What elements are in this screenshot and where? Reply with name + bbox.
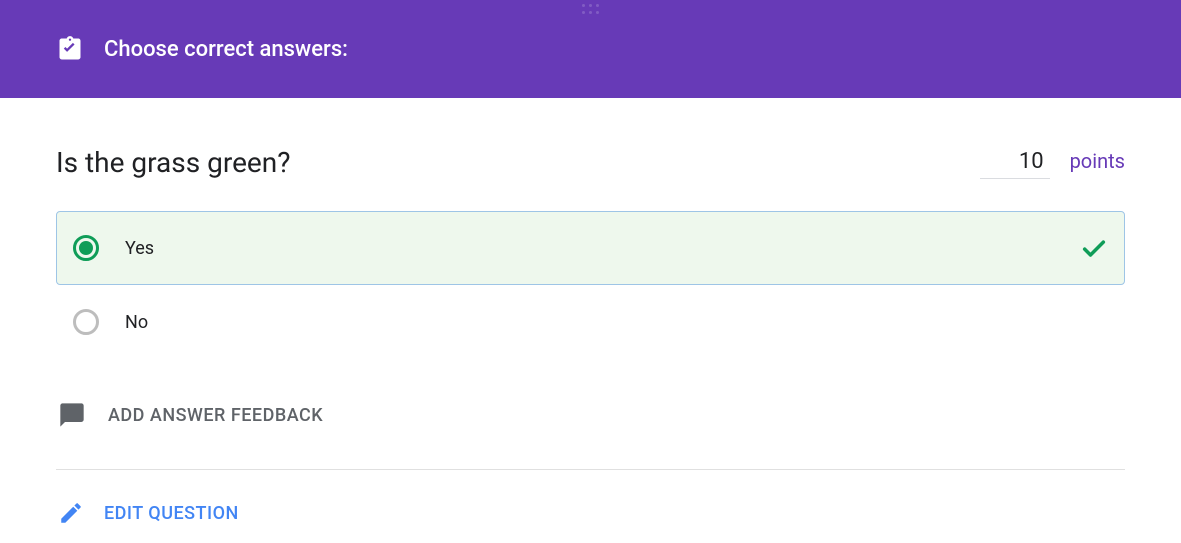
answer-option[interactable]: No [56,285,1125,359]
answer-option[interactable]: Yes [56,211,1125,285]
option-label: Yes [125,238,1054,259]
add-feedback-label: ADD ANSWER FEEDBACK [108,405,323,426]
question-row: Is the grass green? points [56,146,1125,179]
edit-question-button[interactable]: EDIT QUESTION [56,500,1125,526]
drag-handle-icon[interactable] [582,0,600,15]
edit-question-label: EDIT QUESTION [104,503,239,524]
add-feedback-button[interactable]: ADD ANSWER FEEDBACK [56,401,1125,429]
points-wrap: points [980,147,1125,179]
content-area: Is the grass green? points Yes No ADD AN… [0,98,1181,526]
divider [56,469,1125,470]
points-input[interactable] [980,147,1050,179]
pencil-icon [58,500,84,526]
option-label: No [125,312,1108,333]
checkmark-icon [1080,234,1108,262]
answer-key-header: Choose correct answers: [0,0,1181,98]
header-title: Choose correct answers: [104,37,348,62]
speech-bubble-icon [58,401,86,429]
clipboard-check-icon [56,34,84,64]
radio-icon [73,309,99,335]
points-label: points [1070,149,1125,173]
question-text: Is the grass green? [56,146,290,179]
radio-icon [73,235,99,261]
